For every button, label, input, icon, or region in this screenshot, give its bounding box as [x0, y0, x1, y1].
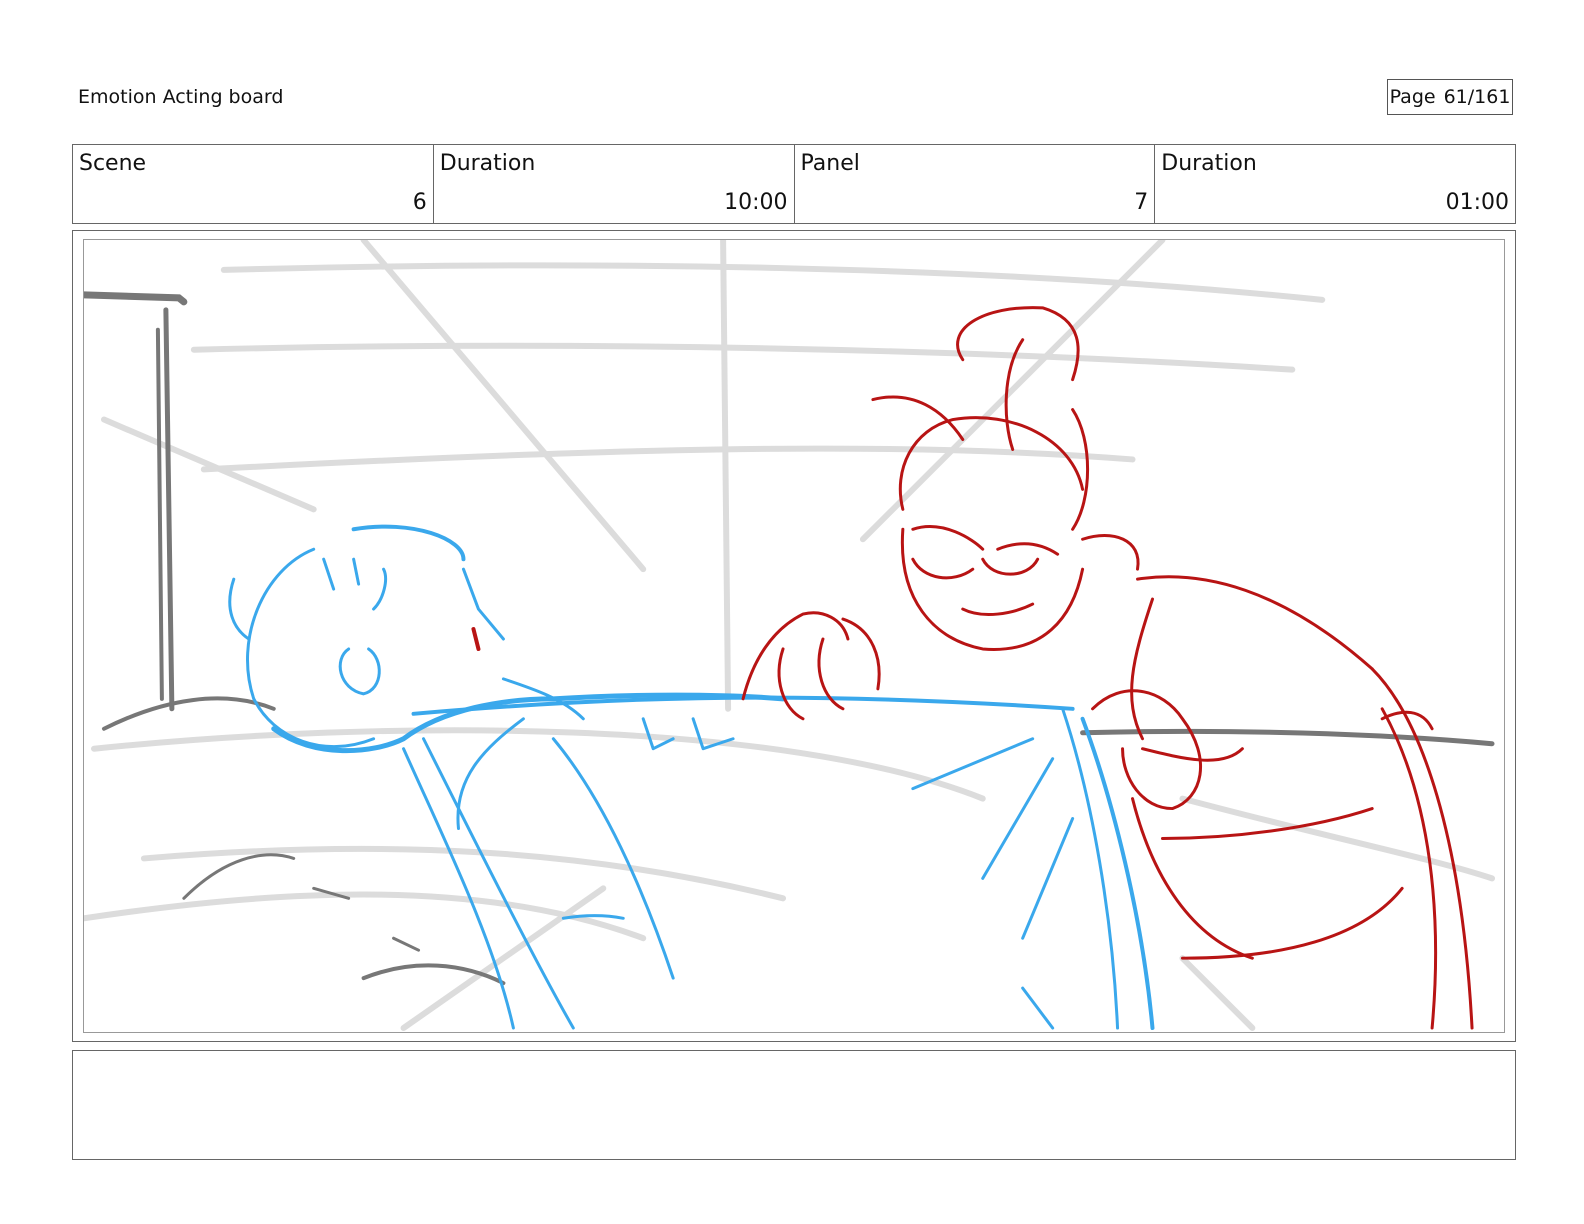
scene-duration-value: 10:00	[724, 190, 788, 215]
page-label: Page	[1389, 86, 1436, 108]
panel-notes-box	[72, 1050, 1516, 1160]
panel-duration-cell: Duration 01:00	[1155, 145, 1515, 223]
scene-value: 6	[412, 190, 427, 215]
panel-cell: Panel 7	[795, 145, 1156, 223]
doctor-sketch	[471, 306, 1474, 1030]
scene-duration-label: Duration	[439, 151, 536, 176]
scene-label: Scene	[79, 151, 147, 176]
panel-label: Panel	[800, 151, 860, 176]
storyboard-drawing-area	[83, 239, 1505, 1033]
panel-info-table: Scene 6 Duration 10:00 Panel 7 Duration …	[72, 144, 1516, 224]
background-lines	[84, 240, 1496, 1032]
page-number: 61/161	[1443, 86, 1511, 108]
board-title: Emotion Acting board	[78, 86, 284, 108]
panel-duration-label: Duration	[1161, 151, 1257, 176]
patient-sketch	[228, 524, 1155, 1031]
structure-lines	[84, 291, 1495, 986]
panel-duration-value: 01:00	[1445, 190, 1509, 215]
storyboard-panel-frame	[72, 230, 1516, 1042]
storyboard-sketch	[84, 240, 1496, 1032]
scene-duration-cell: Duration 10:00	[434, 145, 795, 223]
panel-value: 7	[1134, 190, 1149, 215]
scene-cell: Scene 6	[73, 145, 434, 223]
page-indicator: Page 61/161	[1387, 79, 1513, 115]
